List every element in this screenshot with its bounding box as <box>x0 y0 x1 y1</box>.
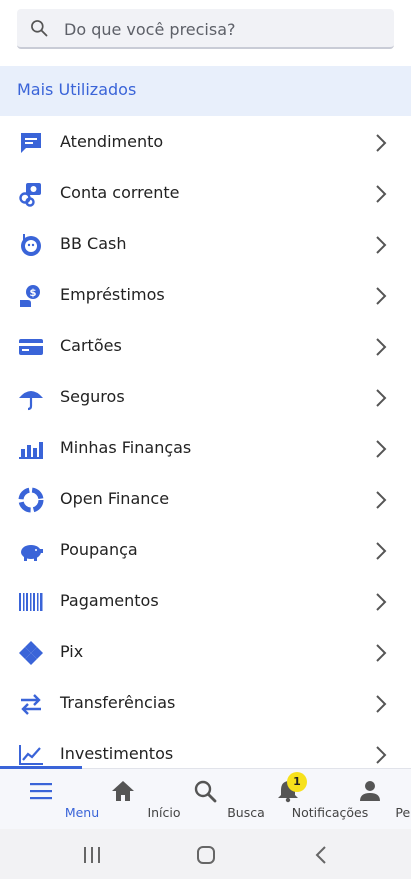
bottom-navigation: Menu Início Busca 1 Notificações Perfil <box>0 766 411 829</box>
home-icon <box>112 781 134 801</box>
menu-item-cartoes[interactable]: Cartões <box>0 321 411 372</box>
nav-inicio[interactable]: Início <box>82 769 181 829</box>
search-bar-area <box>0 0 411 64</box>
menu-item-label: Open Finance <box>60 489 170 508</box>
search-icon <box>194 780 217 803</box>
svg-text:$: $ <box>30 288 37 299</box>
chevron-right-icon <box>376 440 387 458</box>
transfer-icon <box>21 694 41 715</box>
chevron-right-icon <box>376 236 387 254</box>
menu-item-label: Seguros <box>60 387 125 406</box>
menu-item-label: Cartões <box>60 336 122 355</box>
menu-item-label: Poupança <box>60 540 138 559</box>
chat-icon <box>21 133 41 153</box>
chevron-right-icon <box>376 746 387 764</box>
section-title: Mais Utilizados <box>17 80 137 99</box>
menu-item-label: Investimentos <box>60 744 174 763</box>
chevron-right-icon <box>376 134 387 152</box>
card-icon <box>19 339 43 355</box>
menu-item-label: Conta corrente <box>60 183 180 202</box>
chevron-right-icon <box>376 389 387 407</box>
menu-item-pix[interactable]: Pix <box>0 627 411 678</box>
chevron-right-icon <box>376 695 387 713</box>
chevron-right-icon <box>376 644 387 662</box>
coins-icon <box>19 183 41 207</box>
home-button-icon[interactable] <box>194 843 218 867</box>
menu-item-investimentos[interactable]: Investimentos <box>0 729 411 768</box>
piggy-bank-icon <box>21 545 43 561</box>
back-button-icon[interactable] <box>310 843 334 867</box>
notification-badge: 1 <box>287 772 307 792</box>
menu-item-poupanca[interactable]: Poupança <box>0 525 411 576</box>
menu-item-conta-corrente[interactable]: Conta corrente <box>0 168 411 219</box>
recent-apps-icon[interactable] <box>80 843 104 867</box>
menu-item-pagamentos[interactable]: Pagamentos <box>0 576 411 627</box>
bb-cash-icon <box>21 234 41 256</box>
search-box[interactable] <box>17 9 394 49</box>
menu-item-open-finance[interactable]: Open Finance <box>0 474 411 525</box>
search-input[interactable] <box>62 9 386 49</box>
menu-item-minhas-financas[interactable]: Minhas Finanças <box>0 423 411 474</box>
nav-label: Perfil <box>395 805 411 820</box>
nav-busca[interactable]: Busca <box>164 769 265 829</box>
menu-item-label: Minhas Finanças <box>60 438 192 457</box>
loan-icon: $ <box>20 285 40 307</box>
menu-list: Atendimento Conta corrente BB Cash $ Emp… <box>0 117 411 768</box>
chevron-right-icon <box>376 491 387 509</box>
menu-item-emprestimos[interactable]: $ Empréstimos <box>0 270 411 321</box>
menu-item-transferencias[interactable]: Transferências <box>0 678 411 729</box>
nav-perfil[interactable]: Perfil <box>330 769 411 829</box>
chevron-right-icon <box>376 338 387 356</box>
menu-item-label: Pagamentos <box>60 591 159 610</box>
chevron-right-icon <box>376 185 387 203</box>
menu-item-seguros[interactable]: Seguros <box>0 372 411 423</box>
menu-item-label: Transferências <box>60 693 176 712</box>
barcode-icon <box>19 593 43 611</box>
menu-icon <box>30 783 52 800</box>
menu-item-label: Atendimento <box>60 132 164 151</box>
menu-item-label: Pix <box>60 642 84 661</box>
line-chart-icon <box>19 745 43 765</box>
nav-menu[interactable]: Menu <box>0 769 99 829</box>
search-icon <box>31 20 48 37</box>
person-icon <box>360 781 380 801</box>
bar-chart-icon <box>19 442 43 459</box>
chevron-right-icon <box>376 287 387 305</box>
open-finance-icon <box>18 487 44 513</box>
nav-notificacoes[interactable]: 1 Notificações <box>246 769 368 829</box>
umbrella-icon <box>19 391 43 411</box>
chevron-right-icon <box>376 593 387 611</box>
pix-icon <box>19 641 43 665</box>
menu-item-label: BB Cash <box>60 234 127 253</box>
chevron-right-icon <box>376 542 387 560</box>
menu-item-bb-cash[interactable]: BB Cash <box>0 219 411 270</box>
menu-item-label: Empréstimos <box>60 285 165 304</box>
section-header: Mais Utilizados <box>0 66 411 116</box>
system-navigation-bar <box>0 829 411 879</box>
menu-item-atendimento[interactable]: Atendimento <box>0 117 411 168</box>
